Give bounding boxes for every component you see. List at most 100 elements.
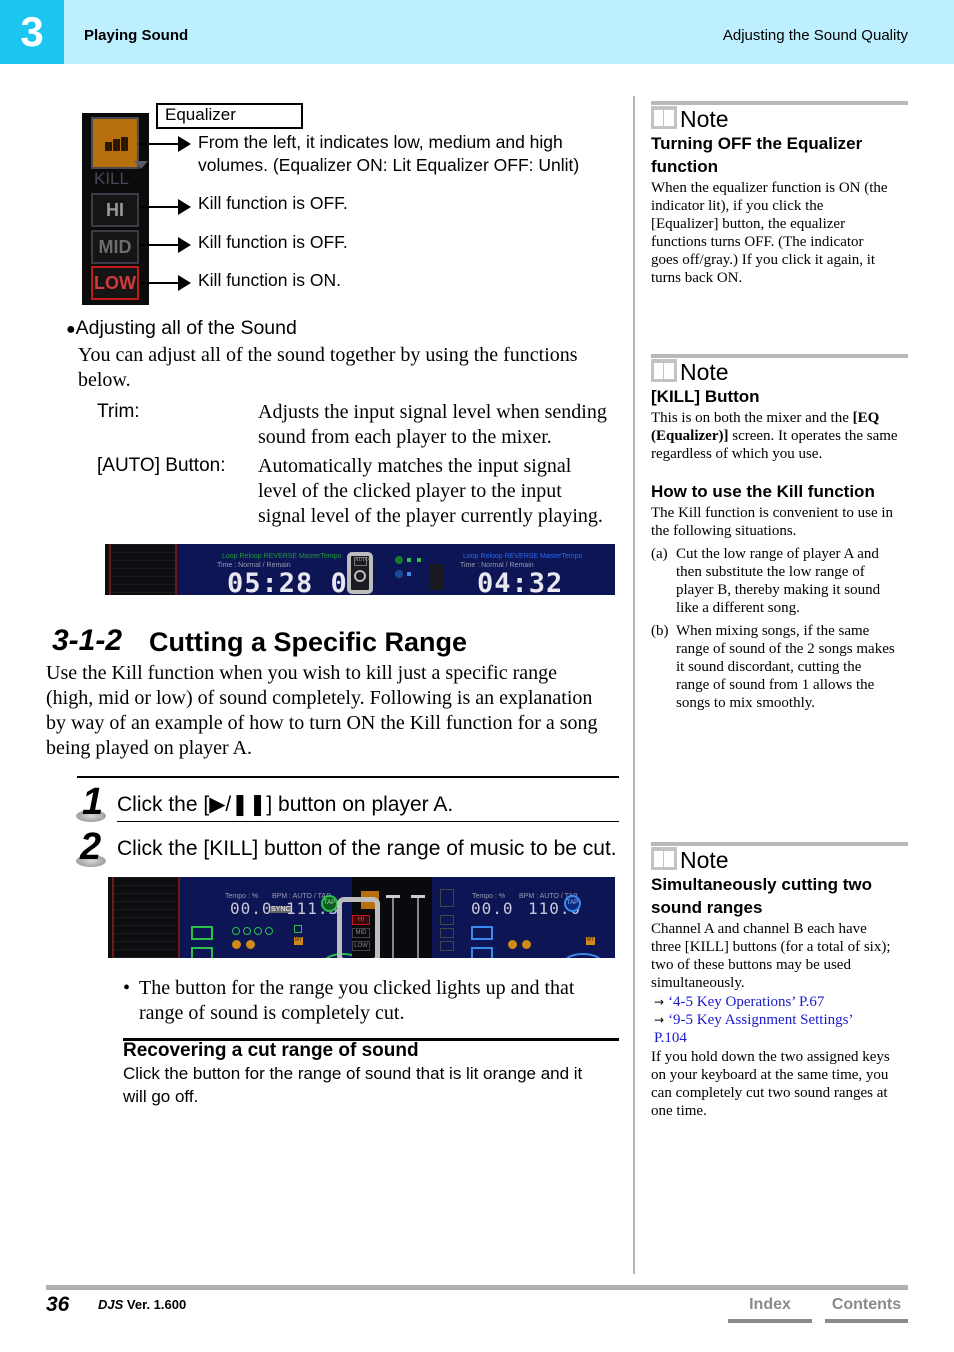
kill-low-button: LOW — [352, 941, 370, 951]
chapter-number-tab: 3 — [0, 0, 64, 64]
channel-fader — [417, 895, 419, 958]
note-2-body: This is on both the mixer and the [EQ (E… — [651, 410, 898, 462]
kill-hi-button: HI — [352, 915, 370, 925]
callout-line — [139, 143, 179, 145]
right-status-text: Loop Reloop REVERSE MasterTempo — [463, 553, 583, 560]
equalizer-callout-label: Equalizer — [156, 103, 303, 129]
kill-hi-button: HI — [91, 193, 139, 227]
result-bullet-marker: • — [123, 977, 131, 999]
left-tempo-value: 00.0 — [230, 899, 273, 918]
callout-text-equalizer-1: From the left, it indicates low, medium … — [198, 132, 563, 152]
header-topic-title: Adjusting the Sound Quality — [722, 27, 908, 44]
callout-text-equalizer-2: volumes. (Equalizer ON: Lit Equalizer OF… — [198, 155, 580, 175]
fader-handle — [411, 895, 425, 898]
auto-trim-highlight: AUTO — [347, 552, 373, 594]
fader-handle — [386, 895, 400, 898]
index-link-underline — [728, 1319, 812, 1323]
cue-button — [232, 940, 241, 949]
callout-line — [139, 282, 179, 284]
right-jog-wheel — [563, 953, 603, 958]
left-status-text: Loop Relоop REVERSE MasterTempo — [222, 553, 342, 560]
section-intro: Use the Kill function when you wish to k… — [46, 662, 598, 759]
right-play-button — [522, 940, 531, 949]
trim-knob-icon — [354, 570, 366, 582]
link-key-assignment-settings[interactable]: → ‘9-5 Key Assignment Settings’ — [654, 1011, 853, 1029]
callout-arrow-icon — [178, 136, 191, 152]
indicator-light — [407, 572, 411, 576]
screenshot-player-time-display: Loop Relоop REVERSE MasterTempo Time : N… — [105, 544, 615, 595]
right-kill-mid-button — [440, 928, 454, 938]
playlist-grid — [108, 877, 180, 958]
book-icon — [651, 359, 677, 382]
note-1-heading: Turning OFF the Equalizer function — [651, 134, 863, 176]
hot-cue-2-button — [243, 927, 251, 935]
section-title: Cutting a Specific Range — [149, 627, 468, 657]
page-number: 36 — [46, 1293, 70, 1316]
contents-link[interactable]: Contents — [825, 1296, 908, 1314]
right-cue-button — [508, 940, 517, 949]
equalizer-button — [91, 117, 139, 169]
adjust-all-intro: You can adjust all of the sound together… — [78, 344, 578, 391]
hot-cue-4-button — [265, 927, 273, 935]
right-equalizer-button — [440, 889, 454, 907]
right-mt-button: MT — [586, 937, 595, 945]
callout-line — [139, 244, 179, 246]
note-2-bar — [651, 354, 908, 358]
kill-mid-button: MID — [91, 230, 139, 264]
note-3-tail: If you hold down the two assigned keys o… — [651, 1049, 890, 1119]
kill-label: KILL — [94, 169, 129, 188]
note-1-body: When the equalizer function is ON (the i… — [651, 180, 888, 286]
footer-rule — [46, 1285, 908, 1290]
equalizer-bars-icon — [105, 137, 129, 151]
indicator-light — [395, 556, 403, 564]
result-bullet-text: The button for the range you clicked lig… — [139, 977, 575, 1024]
link-key-assignment-settings-page[interactable]: P.104 — [654, 1029, 687, 1047]
index-link[interactable]: Index — [728, 1296, 812, 1314]
screenshot-mixer-kill-buttons: Tempo : % BPM : AUTO / TAP 00.0 SYNC 111… — [108, 877, 615, 958]
right-kill-hi-button — [440, 915, 454, 925]
note-3-heading: Simultaneously cutting two sound ranges — [651, 875, 873, 917]
indicator-light — [417, 558, 421, 562]
adjust-all-heading: ●Adjusting all of the Sound — [66, 317, 297, 339]
note-2-sub-body: The Kill function is convenient to use i… — [651, 505, 894, 539]
right-transport-buttons — [471, 926, 493, 940]
callout-arrow-icon — [178, 275, 191, 291]
kill-low-button: LOW — [91, 266, 139, 300]
indicator-light — [407, 558, 411, 562]
step-top-rule — [77, 776, 619, 778]
note-2-label: Note — [680, 359, 729, 385]
callout-line — [139, 206, 179, 208]
term-trim: Trim: — [97, 401, 140, 422]
term-auto-button: [AUTO] Button: — [97, 455, 226, 476]
recovering-heading: Recovering a cut range of sound — [123, 1040, 419, 1061]
dropdown-triangle-icon — [134, 161, 148, 169]
page-header: 3 Playing Sound Adjusting the Sound Qual… — [0, 0, 954, 64]
step-2-text: Click the [KILL] button of the range of … — [117, 837, 617, 860]
callout-text-mid: Kill function is OFF. — [198, 232, 348, 252]
contents-link-underline — [825, 1319, 908, 1323]
transport-buttons — [191, 947, 213, 958]
recovering-text: Click the button for the range of sound … — [123, 1064, 583, 1106]
section-number: 3-1-2 — [52, 624, 123, 657]
link-key-operations[interactable]: → ‘4-5 Key Operations’ P.67 — [654, 993, 824, 1011]
note-1-label: Note — [680, 106, 729, 132]
hot-cue-3-button — [254, 927, 262, 935]
arrow-right-icon: → — [654, 995, 665, 1009]
note-2-subheading: How to use the Kill function — [651, 482, 875, 501]
callout-arrow-icon — [178, 237, 191, 253]
arrow-right-icon: → — [654, 1013, 665, 1027]
book-icon — [651, 106, 677, 129]
book-icon — [651, 847, 677, 870]
auto-button: AUTO — [354, 557, 369, 566]
tap-button: TAP — [321, 895, 338, 912]
kill-mid-button: MID — [352, 928, 370, 938]
transport-buttons — [191, 926, 213, 940]
term-auto-definition: Automatically matches the input signal l… — [258, 455, 603, 527]
callout-text-hi: Kill function is OFF. — [198, 193, 348, 213]
equalizer-panel-image: KILL HI MID LOW — [82, 113, 149, 305]
product-version: DJS Ver. 1.600 — [98, 1297, 187, 1312]
playlist-grid — [105, 544, 177, 595]
right-transport-buttons — [471, 947, 493, 958]
column-divider — [633, 96, 635, 1274]
right-tempo-value: 00.0 — [471, 899, 514, 918]
